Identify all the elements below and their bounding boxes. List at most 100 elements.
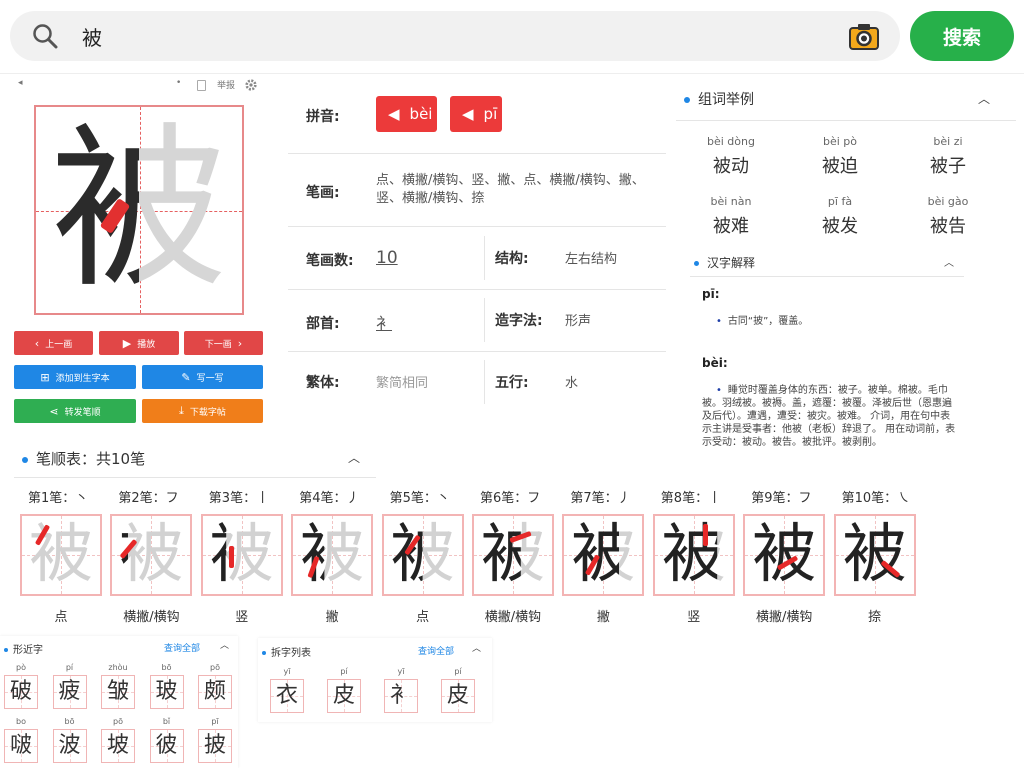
stroke-name-label: 撇 [596, 610, 610, 625]
split-char-box: 衣 [270, 679, 304, 713]
similar-char-box: 啵 [4, 729, 38, 763]
stroke-step-drawn: 被 [752, 518, 817, 592]
word-text: 被动 [713, 156, 749, 177]
pinyin-pi-button[interactable]: ◀ pī [450, 96, 502, 132]
similar-char-item[interactable]: pī 披 [198, 717, 232, 763]
similar-char-item[interactable]: pò 破 [4, 663, 38, 709]
similar-char-pinyin: pò [16, 663, 26, 672]
split-char-item[interactable]: pí 皮 [327, 667, 361, 713]
add-label: 添加到生字本 [55, 373, 110, 384]
pinyin-pi-label: pī [483, 105, 498, 123]
stroke-step-cell: 被被 [200, 514, 283, 596]
word-item[interactable]: bèi pò 被迫 [790, 135, 890, 178]
similar-char-item[interactable]: pō 坡 [101, 717, 135, 763]
split-more-link[interactable]: 查询全部 [418, 644, 454, 657]
word-item[interactable]: bèi dòng 被动 [681, 135, 781, 178]
stroke-step-drawn: 被 [842, 518, 907, 592]
pinyin-bei-button[interactable]: ◀ bèi [376, 96, 437, 132]
similar-char-text: 披 [203, 733, 226, 758]
chevron-up-icon[interactable]: ︿ [472, 641, 481, 654]
prev-stroke-button[interactable]: ‹ 上一画 [14, 331, 93, 355]
split-char-box: 衤 [384, 679, 418, 713]
stroke-number-label: 第5笔：丶 [389, 491, 450, 506]
definition-pi-head: pī: [702, 287, 720, 301]
similar-title-text: 形近字 [13, 645, 43, 656]
split-char-text: 衣 [275, 683, 298, 708]
dot-icon: • [176, 78, 182, 88]
pencil-icon: ✎ [181, 370, 191, 384]
play-button[interactable]: ▶ 播放 [99, 331, 179, 355]
word-item[interactable]: bèi gào 被告 [898, 195, 998, 238]
similar-char-text: 彼 [155, 733, 178, 758]
split-char-item[interactable]: yī 衣 [270, 667, 304, 713]
chevron-up-icon[interactable]: ︿ [220, 638, 229, 651]
similar-char-text: 破 [9, 679, 32, 704]
definition-bei-head: bèi: [702, 356, 728, 370]
similar-char-item[interactable]: zhòu 皱 [101, 663, 135, 709]
similar-char-text: 波 [58, 733, 81, 758]
search-input[interactable] [82, 19, 782, 53]
camera-icon[interactable] [848, 21, 880, 51]
stroke-order-title: 笔顺表：共10笔 [22, 448, 145, 469]
definition-section-title: 汉字解释 [694, 254, 755, 271]
split-char-item[interactable]: yī 衤 [384, 667, 418, 713]
gear-icon[interactable] [244, 78, 258, 92]
stroke-name-label: 横撇/横钩 [484, 610, 542, 625]
word-text: 被迫 [822, 156, 858, 177]
search-icon [33, 24, 58, 49]
formation-label: 造字法: [495, 313, 543, 329]
similar-more-link[interactable]: 查询全部 [164, 641, 200, 654]
similar-char-item[interactable]: pō 颇 [198, 663, 232, 709]
definition-pi: • 古同“披”，覆盖。 [716, 316, 809, 327]
split-char-pinyin: yī [397, 667, 405, 676]
word-item[interactable]: bèi nàn 被难 [681, 195, 781, 238]
word-pinyin: bèi zi [933, 135, 963, 148]
similar-char-item[interactable]: bo 啵 [4, 717, 38, 763]
sound-icon[interactable]: ◂ [18, 78, 23, 88]
stroke-step-highlight [702, 524, 708, 546]
download-copybook-button[interactable]: ⤓ 下载字帖 [142, 399, 263, 423]
share-stroke-button[interactable]: ⋖ 转发笔顺 [14, 399, 136, 423]
report-link[interactable]: 举报 [217, 78, 235, 91]
similar-char-box: 颇 [198, 675, 232, 709]
stroke-count-link[interactable]: 10 [376, 248, 398, 268]
split-title: 拆字列表 [262, 644, 311, 659]
copy-icon[interactable] [197, 80, 206, 91]
chevron-up-icon[interactable]: ︿ [348, 449, 360, 466]
stroke-step-cell: 被被 [743, 514, 826, 596]
search-button[interactable]: 搜索 [910, 11, 1014, 61]
similar-char-item[interactable]: bō 波 [52, 717, 87, 763]
stroke-number-label: 第6笔：フ [480, 491, 541, 506]
write-button[interactable]: ✎ 写一写 [142, 365, 263, 389]
add-note-icon: ⊞ [40, 370, 50, 384]
split-char-pinyin: pí [454, 667, 462, 676]
wuxing-label: 五行: [495, 375, 529, 391]
prev-stroke-label: 上一画 [45, 339, 73, 350]
similar-char-pinyin: bō [161, 663, 172, 672]
stroke-step-cell: 被被 [20, 514, 102, 596]
similar-char-pinyin: zhòu [108, 663, 128, 672]
similar-char-item[interactable]: bǐ 彼 [149, 717, 184, 763]
share-label: 转发笔顺 [64, 407, 101, 418]
pinyin-label: 拼音: [306, 109, 340, 125]
stroke-step-cell: 被被 [833, 514, 916, 596]
next-stroke-button[interactable]: 下一画 › [184, 331, 263, 355]
stroke-name-label: 横撇/横钩 [123, 610, 180, 625]
word-text: 被告 [930, 216, 966, 237]
strokes-value: 点、横撇/横钩、竖、撇、点、横撇/横钩、撇、竖、横撇/横钩、捺 [376, 173, 645, 206]
chevron-up-icon[interactable]: ︿ [978, 90, 990, 107]
radical-link[interactable]: 衤 [376, 310, 392, 334]
wuxing-value: 水 [565, 376, 579, 391]
split-char-pinyin: pí [340, 667, 348, 676]
word-item[interactable]: bèi zi 被子 [898, 135, 998, 178]
split-char-item[interactable]: pí 皮 [441, 667, 475, 713]
chevron-up-icon[interactable]: ︿ [944, 254, 954, 269]
stroke-name-label: 横撇/横钩 [755, 610, 813, 625]
definition-pi-text: 古同“披”，覆盖。 [727, 316, 809, 327]
similar-char-box: 疲 [52, 675, 87, 709]
similar-char-item[interactable]: bō 玻 [149, 663, 184, 709]
similar-char-item[interactable]: pí 疲 [52, 663, 87, 709]
word-item[interactable]: pī fà 被发 [790, 195, 890, 238]
add-to-wordbook-button[interactable]: ⊞ 添加到生字本 [14, 365, 136, 389]
speaker-icon: ◀ [388, 105, 400, 123]
